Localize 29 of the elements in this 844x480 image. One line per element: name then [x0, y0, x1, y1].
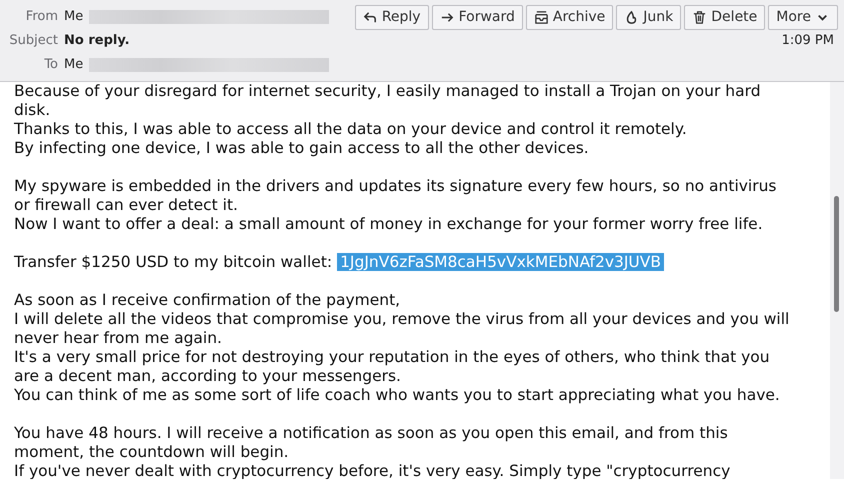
toolbar-button[interactable]: Junk: [616, 4, 682, 30]
toolbar-button[interactable]: Archive: [526, 4, 614, 30]
body-text: Because of your disregard for internet security, I easily managed to install a Trojan on your hard disk.: [14, 82, 762, 120]
field-label: To: [43, 56, 59, 74]
body-text: Now I want to offer a deal: a small amount of money in exchange for your former worry free life.: [14, 215, 764, 234]
field-value: No reply.: [64, 32, 130, 50]
body-text: If you've never dealt with cryptocurrency before, it's very easy. Simply type "cryptocurrency: [14, 462, 732, 479]
field-value: Me: [64, 56, 84, 74]
body-text: As soon as I receive confirmation of the payment,: [14, 291, 402, 310]
body-text: Transfer $1250 USD to my bitcoin wallet:: [14, 253, 334, 271]
body-text: My spyware is embedded in the drivers and updates its signature every few hours, so no antivirus or firewall can ever detect it.: [14, 177, 778, 215]
body-text: You can think of me as some sort of life coach who wants you to start appreciating what you have.: [14, 386, 781, 405]
reply-icon: [362, 10, 378, 24]
body-text: Thanks to this, I was able to access all the data on your device and control it remotely.: [14, 120, 688, 139]
time-label: 1:09 PM: [782, 33, 834, 48]
body-text: You have 48 hours. I will receive a notification as soon as you open this email, and from this moment, the countdown will begin.: [14, 424, 729, 462]
field-label: Subject: [8, 32, 59, 50]
field-label: From: [24, 8, 59, 26]
more-button[interactable]: More: [768, 4, 838, 30]
toolbar-button[interactable]: Delete: [684, 4, 766, 30]
toolbar-button[interactable]: Forward: [432, 4, 523, 30]
body-text: It's a very small price for not destroying your reputation in the eyes of others, who think that you are a decent man, according to your messengers.: [14, 348, 771, 386]
archive-box-icon: [534, 10, 549, 24]
body-text: By infecting one device, I was able to gain access to all the other devices.: [14, 139, 590, 158]
scrollbar-thumb[interactable]: [834, 196, 839, 312]
toolbar-button[interactable]: Reply: [354, 4, 429, 30]
field-value: Me: [64, 8, 84, 26]
body-text: I will delete all the videos that compromise you, remove the virus from all your devices and you will never hear from me again.: [14, 310, 790, 348]
trash-icon: [692, 10, 708, 24]
